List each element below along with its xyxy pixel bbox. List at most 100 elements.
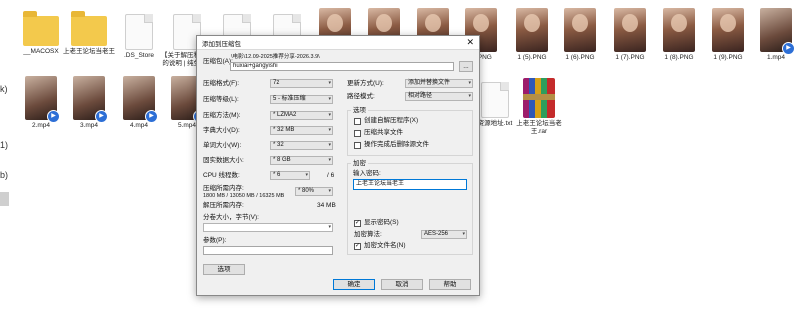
sidebar-mark: k) [0,84,8,94]
chevron-down-icon: ▾ [328,80,331,86]
folder-icon [71,11,107,46]
word-value: * 32 [273,142,284,148]
chevron-down-icon: ▾ [468,80,471,86]
dialog-titlebar: 添加到压缩包 ✕ [197,36,479,50]
format-select[interactable]: 7z ▾ [270,79,333,88]
cpu-total: / 6 [327,172,335,179]
params-label: 参数(P): [203,237,227,244]
chevron-down-icon: ▾ [305,172,308,178]
format-value: 7z [273,80,280,86]
sidebar-mark: b) [0,170,9,180]
chevron-down-icon: ▾ [328,224,331,230]
chevron-down-icon: ▾ [468,93,471,99]
chevron-down-icon: ▾ [328,188,331,194]
close-icon[interactable]: ✕ [466,37,474,47]
encryption-method-select[interactable]: AES-256 ▾ [421,230,467,239]
archive-label: 压缩包(A): [203,58,233,65]
word-label: 单词大小(W): [203,142,242,149]
path-mode-label: 路径模式: [347,93,375,100]
document-icon [481,82,509,118]
sfx-label: 创建自解压程序(X) [364,117,419,124]
method-value: * LZMA2 [273,112,297,118]
image-thumbnail [564,8,596,52]
ok-button[interactable]: 确定 [333,279,375,290]
encrypt-names-checkbox[interactable]: ✓ [354,243,361,250]
dict-value: * 32 MB [273,127,295,133]
image-thumbnail [663,8,695,52]
archive-name-input[interactable]: huxiai+gangyishi [230,62,454,71]
file-item[interactable]: ▶ 1.mp4 [747,8,800,62]
image-thumbnail [614,8,646,52]
show-password-label: 显示密码(S) [364,219,399,226]
shared-files-checkbox[interactable] [354,130,361,137]
options-button[interactable]: 选项 [203,264,245,275]
delete-source-checkbox[interactable] [354,142,361,149]
file-item[interactable]: 上老王论坛当老王.rar [510,76,568,136]
path-mode-value: 相对路径 [408,93,433,99]
split-select[interactable]: ▾ [203,223,333,232]
format-label: 压缩格式(F): [203,80,240,87]
help-button[interactable]: 帮助 [429,279,471,290]
method-select[interactable]: * LZMA2 ▾ [270,111,333,120]
chevron-down-icon: ▾ [328,157,331,163]
browse-button[interactable]: ... [459,61,473,72]
chevron-down-icon: ▾ [328,112,331,118]
file-name: 1.mp4 [766,54,786,61]
level-value: 5 - 标准压缩 [273,96,306,102]
video-thumbnail: ▶ [760,8,795,55]
options-group-title: 选项 [351,107,368,115]
play-icon: ▶ [782,42,795,55]
params-input[interactable] [203,246,333,255]
chevron-down-icon: ▾ [328,142,331,148]
decompress-memory-value: 34 MB [317,202,336,209]
cancel-button[interactable]: 取消 [381,279,423,290]
dict-select[interactable]: * 32 MB ▾ [270,126,333,135]
password-label: 输入密码: [353,170,381,177]
path-mode-select[interactable]: 相对路径 ▾ [405,92,473,101]
archive-path: \电影\12.09-2025推荐分享-2026.3.9\ [231,54,320,60]
level-label: 压缩等级(L): [203,96,239,103]
dialog-title: 添加到压缩包 [202,41,241,48]
image-thumbnail [712,8,744,52]
image-thumbnail [516,8,548,52]
memory-percent-select[interactable]: * 80% ▾ [295,187,333,196]
folder-icon [23,11,59,46]
cpu-value: * 6 [273,172,281,178]
add-to-archive-dialog: 添加到压缩包 ✕ 压缩包(A): \电影\12.09-2025推荐分享-2026… [196,35,480,296]
play-icon: ▶ [145,110,158,123]
decompress-memory-label: 解压所需内存: [203,202,244,209]
chevron-down-icon: ▾ [328,96,331,102]
show-password-checkbox[interactable]: ✓ [354,220,361,227]
update-value: 添加并替换文件 [408,80,451,86]
solid-value: * 8 GB [273,157,291,163]
sidebar-scroll-block[interactable] [0,192,9,206]
cpu-select[interactable]: * 6 ▾ [270,171,310,180]
method-label: 压缩方法(M): [203,112,241,119]
encrypt-names-label: 加密文件名(N) [364,242,406,249]
password-input[interactable]: 上老王论坛当老王 [353,179,467,190]
solid-select[interactable]: * 8 GB ▾ [270,156,333,165]
memory-percent-value: * 80% [298,188,315,194]
video-thumbnail: ▶ [25,76,60,123]
video-thumbnail: ▶ [123,76,158,123]
video-thumbnail: ▶ [73,76,108,123]
dict-label: 字典大小(D): [203,127,240,134]
chevron-down-icon: ▾ [328,127,331,133]
word-select[interactable]: * 32 ▾ [270,141,333,150]
sfx-checkbox[interactable] [354,118,361,125]
split-label: 分卷大小，字节(V): [203,214,259,221]
sidebar-mark: 1) [0,140,9,150]
play-icon: ▶ [47,110,60,123]
encryption-group-title: 加密 [351,160,368,168]
update-label: 更新方式(U): [347,80,384,87]
level-select[interactable]: 5 - 标准压缩 ▾ [270,95,333,104]
cpu-label: CPU 线程数: [203,172,240,179]
memory-detail: 1800 MB / 13050 MB / 16325 MB [203,193,285,199]
solid-label: 固实数据大小: [203,157,244,164]
document-icon [125,14,153,50]
encryption-method-value: AES-256 [424,231,449,237]
delete-source-label: 操作完成后删除源文件 [364,141,429,148]
play-icon: ▶ [95,110,108,123]
update-select[interactable]: 添加并替换文件 ▾ [405,79,473,88]
shared-files-label: 压缩共享文件 [364,129,403,136]
